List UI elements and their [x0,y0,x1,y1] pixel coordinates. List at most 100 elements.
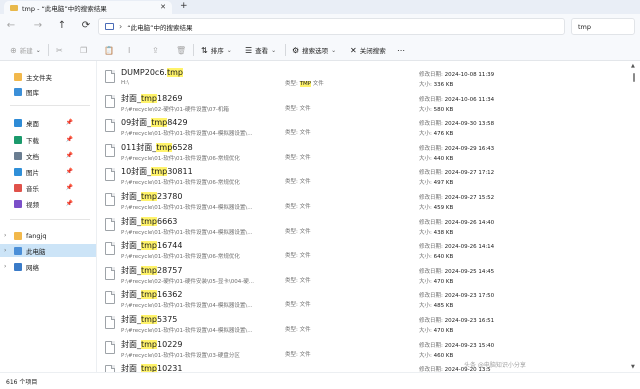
more-options-icon[interactable]: ⋯ [397,44,408,56]
file-type: 类型: 文件 [285,227,311,235]
file-row[interactable]: 09封面_tmp8429 P:\#recycle\01-软件\01-软件设置\04… [97,114,628,139]
file-name-prefix: 封面_ [121,93,141,103]
desktop-icon [14,118,22,127]
scroll-down-icon[interactable]: ▼ [631,364,635,370]
file-row[interactable]: 封面_tmp16744 P:\#recycle\01-软件\01-软件设置\06-… [97,237,628,262]
file-type: 类型: 文件 [285,325,311,333]
new-tab-button[interactable]: + [180,1,188,11]
file-name[interactable]: 封面_tmp28757 [121,265,182,276]
file-size: 大小: 580 KB [419,105,453,113]
refresh-icon[interactable]: ⟳ [79,20,93,31]
file-row[interactable]: 封面_tmp10229 P:\#recycle\01-软件\01-软件设置\03-… [97,336,628,361]
file-name[interactable]: 10封面_tmp30811 [121,166,193,177]
delete-icon[interactable]: 🗑 [176,44,189,56]
file-type-value: 文件 [299,154,311,161]
file-row[interactable]: 011封面_tmp6528 P:\#recycle\01-软件\01-软件设置\0… [97,139,628,164]
pin-icon[interactable]: 📌 [66,200,73,207]
sidebar-item-user[interactable]: › fangjq [0,229,96,242]
file-modified: 修改日期: 2024-09-23 16:51 [419,316,494,324]
window-tab[interactable]: tmp - “此电脑”中的搜索结果 ✕ [4,1,172,14]
file-name[interactable]: 封面_tmp16362 [121,289,182,300]
file-name-prefix: 封面_ [121,216,141,226]
file-name[interactable]: 011封面_tmp6528 [121,142,193,153]
tab-close-button[interactable]: ✕ [160,3,166,11]
view-button[interactable]: ☰ 查看 ⌄ [245,44,276,56]
up-icon[interactable]: ↑ [55,20,69,31]
modified-label: 修改日期: [419,244,443,251]
copy-icon[interactable]: ❐ [80,44,90,56]
file-row[interactable]: DUMP20c6.tmp H:\ 类型: TMP 文件 修改日期: 2024-10-0… [97,65,628,90]
close-search-button[interactable]: ✕ 关闭搜索 [350,44,386,56]
sidebar-item-desktop[interactable]: 桌面 📌 [0,116,96,129]
vertical-scrollbar[interactable]: ▲ ▼ [628,61,640,372]
sort-button[interactable]: ⇅ 排序 ⌄ [201,44,232,56]
search-options-button[interactable]: ⚙ 搜索选项 ⌄ [292,44,336,56]
type-label: 类型: [285,204,298,210]
share-icon[interactable]: ⇪ [152,44,162,56]
file-row[interactable]: 封面_tmp6663 P:\#recycle\01-软件\01-软件设置\04-模… [97,213,628,238]
file-row[interactable]: 封面_tmp18269 P:\#recycle\02-硬件\01-硬件设置\07-… [97,90,628,115]
chevron-right-icon[interactable]: › [4,247,6,254]
file-name[interactable]: 封面_tmp10229 [121,339,182,350]
file-type-value: 文件 [299,130,311,137]
file-name[interactable]: 封面_tmp6663 [121,216,177,227]
sidebar-item-home[interactable]: 主文件夹 [0,70,96,83]
picture-icon [14,167,22,176]
file-row[interactable]: 封面_tmp5375 P:\#recycle\01-软件\01-软件设置\04-模… [97,311,628,336]
scrollbar-thumb[interactable] [633,73,635,82]
size-value: 459 KB [433,205,454,211]
file-row[interactable]: 10封面_tmp30811 P:\#recycle\01-软件\01-软件设置\0… [97,163,628,188]
pin-icon[interactable]: 📌 [66,136,73,143]
sidebar-item-music[interactable]: 音乐 📌 [0,181,96,194]
chevron-down-icon: ⌄ [271,46,277,54]
file-icon [105,340,115,354]
file-modified: 修改日期: 2024-10-08 11:39 [419,70,494,78]
cut-icon[interactable]: ✂ [56,44,66,56]
search-match-highlight: tmp [141,192,158,201]
sidebar-item-this-pc[interactable]: › 此电脑 [0,244,96,257]
sidebar-item-network[interactable]: › 网络 [0,260,96,273]
pin-icon[interactable]: 📌 [66,119,73,126]
file-path: P:\#recycle\01-软件\01-软件设置\04-模拟器设置\... [121,205,253,211]
chevron-right-icon[interactable]: › [4,263,6,270]
sidebar-item-gallery[interactable]: 图库 [0,85,96,98]
size-value: 440 KB [433,155,454,162]
breadcrumb[interactable]: “此电脑”中的搜索结果 [127,22,192,32]
search-match-highlight: tmp [141,364,158,372]
scroll-up-icon[interactable]: ▲ [631,63,635,69]
address-bar[interactable]: › “此电脑”中的搜索结果 [98,18,565,35]
file-row[interactable]: 封面_tmp16362 P:\#recycle\01-软件\01-软件设置\04-… [97,286,628,311]
sidebar-item-videos[interactable]: 视频 📌 [0,197,96,210]
file-name[interactable]: 封面_tmp23780 [121,191,182,202]
file-row[interactable]: 封面_tmp10231 修改日期: 2024-09-20 13:5 [97,360,628,372]
file-name[interactable]: 封面_tmp10231 [121,363,182,372]
file-name[interactable]: 封面_tmp18269 [121,93,182,104]
modified-label: 修改日期: [419,121,443,128]
modified-label: 修改日期: [419,96,443,103]
new-button[interactable]: ⊕ 新建 ⌄ [10,44,41,56]
file-name[interactable]: 09封面_tmp8429 [121,117,188,128]
sidebar-item-documents[interactable]: 文档 📌 [0,149,96,162]
chevron-right-icon[interactable]: › [4,232,6,239]
back-icon[interactable]: ← [4,20,18,31]
paste-icon[interactable]: 📋 [104,44,117,56]
chevron-down-icon: ⌄ [331,46,337,54]
pin-icon[interactable]: 📌 [66,152,73,159]
file-row[interactable]: 封面_tmp23780 P:\#recycle\01-软件\01-软件设置\04-… [97,188,628,213]
search-input[interactable]: tmp [571,18,635,35]
sidebar-item-downloads[interactable]: 下载 📌 [0,133,96,146]
file-name[interactable]: DUMP20c6.tmp [121,68,183,77]
file-type: 类型: 文件 [285,276,311,284]
file-name[interactable]: 封面_tmp5375 [121,314,177,325]
rename-icon[interactable]: Ⅰ [128,44,133,56]
sidebar-item-label: 文档 [26,152,39,161]
pin-icon[interactable]: 📌 [66,168,73,175]
file-name-suffix: 5375 [157,315,178,324]
forward-icon[interactable]: → [31,20,45,31]
sidebar-item-pictures[interactable]: 图片 📌 [0,165,96,178]
file-row[interactable]: 封面_tmp28757 P:\#recycle\02-硬件\01-硬件安装\05-… [97,262,628,287]
search-match-highlight: tmp [141,290,158,300]
file-name[interactable]: 封面_tmp16744 [121,240,182,251]
pin-icon[interactable]: 📌 [66,184,73,191]
modified-value: 2024-09-23 16:51 [444,318,495,324]
